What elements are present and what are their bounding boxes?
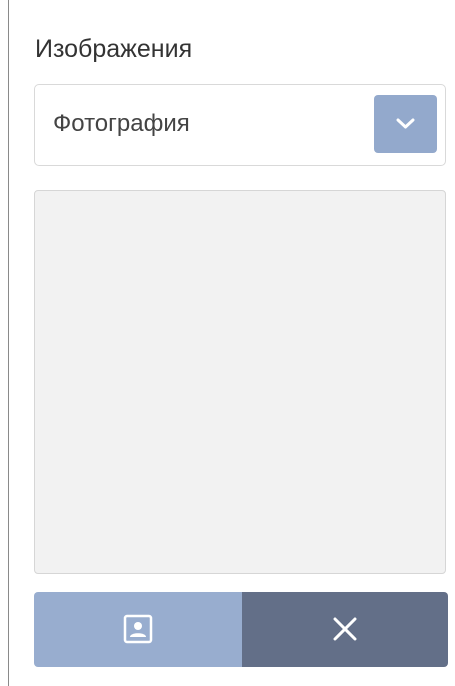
portrait-icon: [123, 614, 153, 644]
select-dropdown-button[interactable]: [374, 95, 437, 153]
upload-image-button[interactable]: [34, 592, 242, 667]
image-preview-area[interactable]: [34, 190, 446, 574]
images-panel: Изображения Фотография: [0, 0, 455, 686]
image-type-select[interactable]: Фотография: [34, 84, 446, 166]
image-actions: [34, 592, 448, 667]
panel-divider: [8, 0, 9, 686]
image-type-select-value: Фотография: [53, 110, 190, 137]
remove-image-button[interactable]: [242, 592, 448, 667]
images-label: Изображения: [35, 35, 193, 63]
chevron-down-icon: [396, 118, 415, 129]
close-icon: [333, 617, 357, 641]
